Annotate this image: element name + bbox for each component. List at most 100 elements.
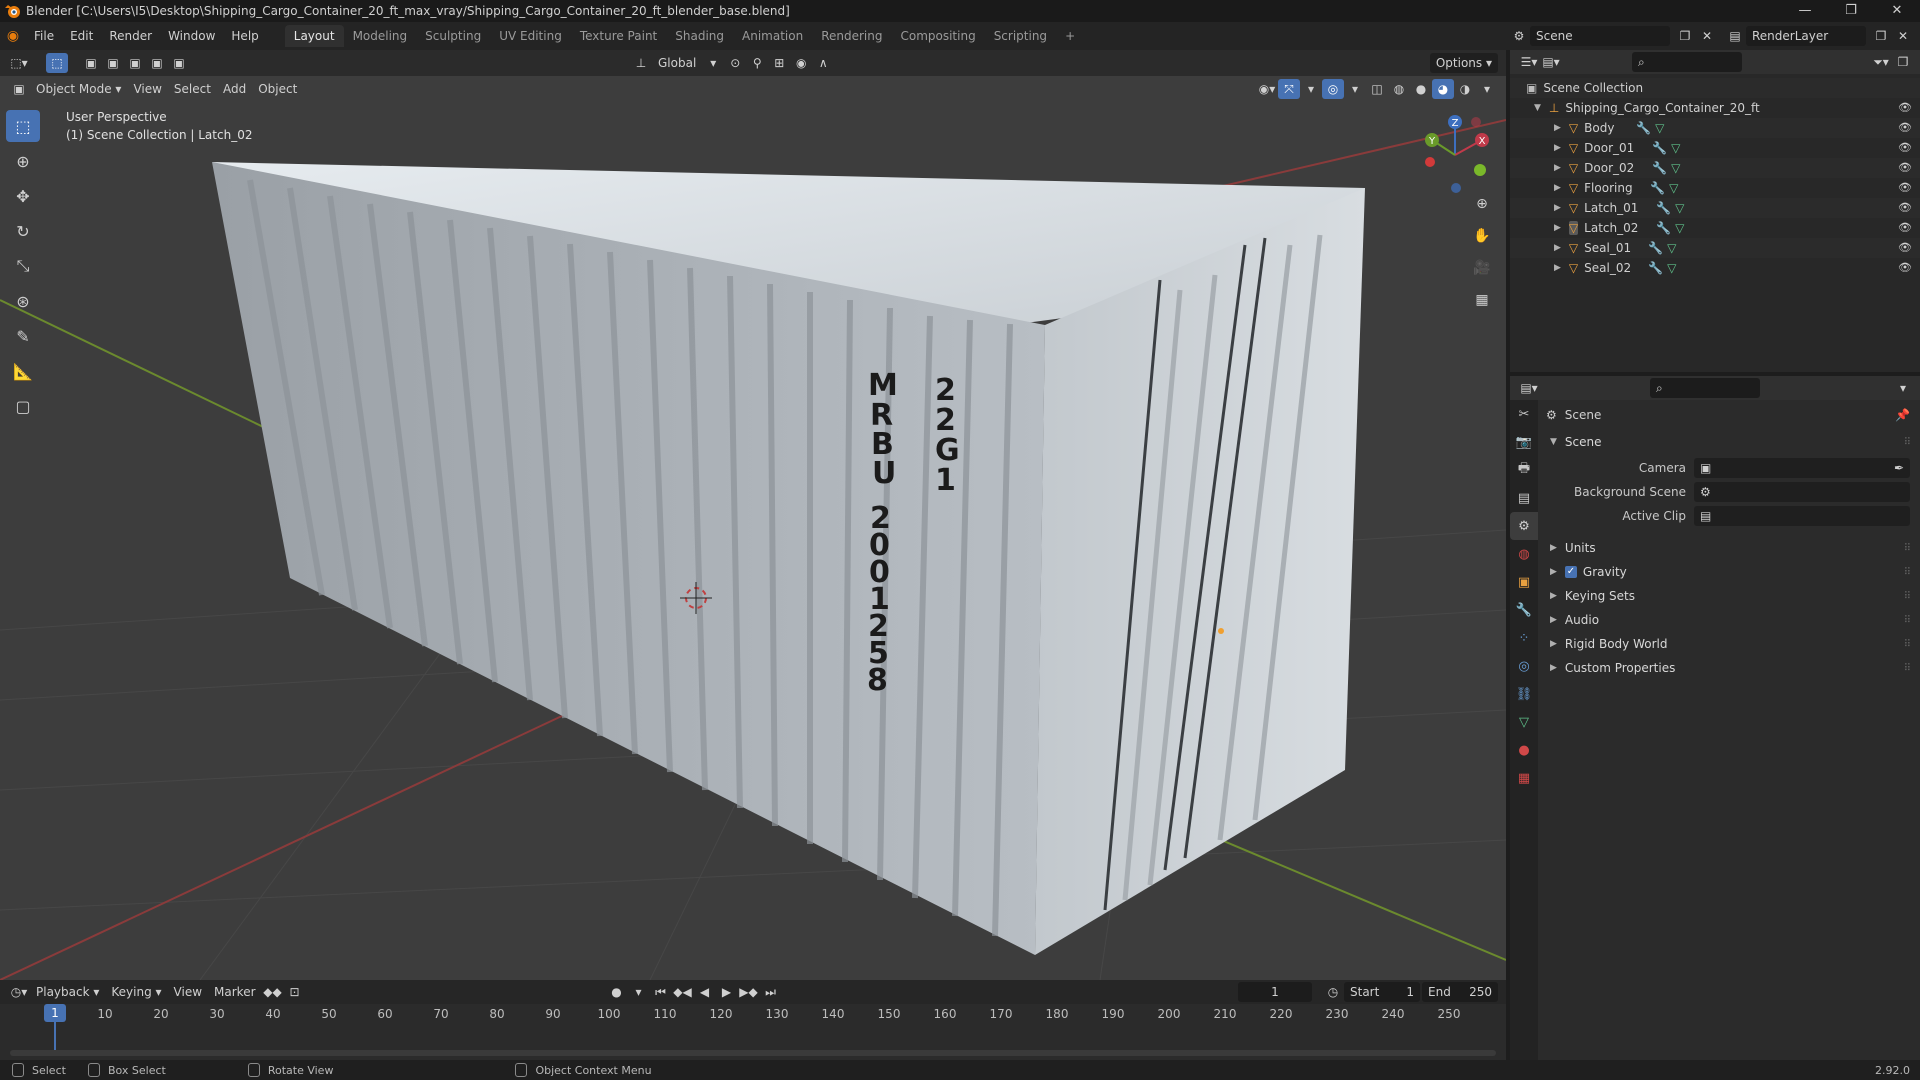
visibility-eye-icon[interactable]: 👁	[1898, 161, 1912, 174]
outliner-object-door-01[interactable]: ▶ ▽ Door_01 🔧 ▽ 👁	[1510, 138, 1920, 158]
zoom-icon[interactable]: ⊕	[1468, 190, 1496, 218]
drag-handle-icon[interactable]: ⠿	[1904, 663, 1912, 674]
transform-orientation-dropdown[interactable]: Global	[652, 53, 702, 73]
object-tab-icon[interactable]: ▣	[1510, 568, 1538, 596]
visibility-eye-icon[interactable]: 👁	[1898, 141, 1912, 154]
visibility-eye-icon[interactable]: 👁	[1898, 121, 1912, 134]
scene-collection-row[interactable]: ▣ Scene Collection	[1510, 78, 1920, 98]
solid-shading-icon[interactable]: ●	[1410, 79, 1432, 99]
editor-type-icon[interactable]: ☰▾	[1518, 52, 1540, 72]
select-subtract-icon[interactable]: ▣	[124, 53, 146, 73]
3d-viewport[interactable]: M R B U 2 0 0 1 2 5 8 2 2 G 1 ⬚▾ ⬚ ▣ ▣ ▣	[0, 50, 1506, 980]
outliner-object-flooring[interactable]: ▶ ▽ Flooring 🔧 ▽ 👁	[1510, 178, 1920, 198]
expand-arrow-icon[interactable]: ▶	[1554, 143, 1561, 153]
properties-search-input[interactable]: ⌕	[1650, 378, 1760, 398]
drag-handle-icon[interactable]: ⠿	[1904, 615, 1912, 626]
overlays-toggle-icon[interactable]: ◎	[1322, 79, 1344, 99]
pan-hand-icon[interactable]: ✋	[1468, 222, 1496, 250]
playback-menu[interactable]: Playback ▾	[30, 982, 105, 1002]
visibility-eye-icon[interactable]: 👁	[1898, 221, 1912, 234]
tab-rendering[interactable]: Rendering	[812, 25, 891, 47]
close-button[interactable]: ✕	[1874, 0, 1920, 22]
editor-type-icon[interactable]: ◷▾	[8, 982, 30, 1002]
timeline-ruler[interactable]: 10 20 30 40 50 60 70 80 90 100 110 120 1…	[0, 1004, 1506, 1024]
output-tab-icon[interactable]: 🖶	[1510, 456, 1538, 484]
outliner-object-latch-02[interactable]: ▶ ▽ Latch_02 🔧 ▽ 👁	[1510, 218, 1920, 238]
menu-render[interactable]: Render	[101, 22, 160, 50]
keying-menu[interactable]: Keying ▾	[105, 982, 167, 1002]
select-invert-icon[interactable]: ▣	[146, 53, 168, 73]
wireframe-shading-icon[interactable]: ◍	[1388, 79, 1410, 99]
visibility-eye-icon[interactable]: 👁	[1898, 101, 1912, 114]
eyedropper-icon[interactable]: ✒	[1894, 461, 1904, 475]
view-layer-browse-icon[interactable]: ▤	[1724, 26, 1746, 46]
scene-field[interactable]: Scene	[1530, 26, 1670, 46]
blender-menu-icon[interactable]: ◉	[0, 28, 26, 44]
tab-sculpting[interactable]: Sculpting	[416, 25, 490, 47]
tab-compositing[interactable]: Compositing	[891, 25, 984, 47]
rendered-shading-icon[interactable]: ◑	[1454, 79, 1476, 99]
outliner-search-input[interactable]: ⌕	[1632, 52, 1742, 72]
transform-tool-icon[interactable]: ⊛	[6, 285, 40, 317]
end-frame-field[interactable]: End 250	[1422, 982, 1498, 1002]
chevron-down-icon[interactable]: ▾	[1892, 378, 1914, 398]
properties-editor[interactable]: ▤▾ ⌕ ▾ ✂ 📷 🖶 ▤ ⚙ ◍ ▣ 🔧 ⁘ ◎ ⛓ ▽ ● ▦ ⚙ Sce…	[1510, 376, 1920, 1060]
expand-arrow-icon[interactable]: ▶	[1554, 183, 1561, 193]
marker-menu[interactable]: Marker	[208, 982, 261, 1002]
cursor-tool-icon[interactable]: ⊕	[6, 145, 40, 177]
viewport-scene[interactable]: M R B U 2 0 0 1 2 5 8 2 2 G 1	[0, 50, 1506, 980]
snap-icon[interactable]: ⚲	[746, 53, 768, 73]
select-mode-icon[interactable]: ⬚	[46, 53, 68, 73]
expand-arrow-icon[interactable]: ▶	[1554, 203, 1561, 213]
expand-arrow-icon[interactable]: ▶	[1554, 123, 1561, 133]
world-tab-icon[interactable]: ◍	[1510, 540, 1538, 568]
gizmo-toggle-icon[interactable]: ⤧	[1278, 79, 1300, 99]
keying-set-icon[interactable]: ⊡	[284, 982, 306, 1002]
current-frame-field[interactable]: 1	[1238, 982, 1312, 1002]
select-new-icon[interactable]: ▣	[80, 53, 102, 73]
outliner-object-latch-01[interactable]: ▶ ▽ Latch_01 🔧 ▽ 👁	[1510, 198, 1920, 218]
new-collection-icon[interactable]: ❐	[1892, 52, 1914, 72]
filter-icon[interactable]: ⏷▾	[1870, 52, 1892, 72]
expand-arrow-icon[interactable]: ▶	[1554, 223, 1561, 233]
maximize-button[interactable]: ❐	[1828, 0, 1874, 22]
scale-tool-icon[interactable]: ⤡	[6, 250, 40, 282]
drag-handle-icon[interactable]: ⠿	[1904, 543, 1912, 554]
background-scene-field[interactable]: ⚙	[1694, 482, 1910, 502]
navigation-gizmo[interactable]: Z X Y	[1410, 110, 1500, 200]
modifier-tab-icon[interactable]: 🔧	[1510, 596, 1538, 624]
view-layer-tab-icon[interactable]: ▤	[1510, 484, 1538, 512]
start-frame-field[interactable]: Start 1	[1344, 982, 1420, 1002]
scene-tab-icon[interactable]: ⚙	[1510, 512, 1538, 540]
visibility-eye-icon[interactable]: 👁	[1898, 201, 1912, 214]
delete-scene-icon[interactable]: ✕	[1696, 26, 1718, 46]
drag-handle-icon[interactable]: ⠿	[1904, 567, 1912, 578]
snap-target-icon[interactable]: ⊞	[768, 53, 790, 73]
prev-keyframe-icon[interactable]: ◆◀	[672, 982, 694, 1002]
record-icon[interactable]: ●	[606, 982, 628, 1002]
menu-add[interactable]: Add	[217, 79, 252, 99]
units-panel-header[interactable]: ▶ Units ⠿	[1540, 536, 1920, 560]
move-tool-icon[interactable]: ✥	[6, 180, 40, 212]
expand-arrow-icon[interactable]: ▶	[1554, 263, 1561, 273]
expand-arrow-icon[interactable]: ▶	[1554, 163, 1561, 173]
menu-view[interactable]: View	[127, 79, 167, 99]
outliner-object-seal-02[interactable]: ▶ ▽ Seal_02 🔧 ▽ 👁	[1510, 258, 1920, 278]
menu-help[interactable]: Help	[223, 22, 266, 50]
play-reverse-icon[interactable]: ◀	[694, 982, 716, 1002]
visibility-filter-icon[interactable]: ◉▾	[1256, 79, 1278, 99]
outliner-object-seal-01[interactable]: ▶ ▽ Seal_01 🔧 ▽ 👁	[1510, 238, 1920, 258]
options-dropdown[interactable]: Options ▾	[1429, 53, 1498, 73]
select-intersect-icon[interactable]: ▣	[168, 53, 190, 73]
playhead[interactable]: 1	[44, 1004, 66, 1022]
select-extend-icon[interactable]: ▣	[102, 53, 124, 73]
custom-properties-panel-header[interactable]: ▶ Custom Properties ⠿	[1540, 656, 1920, 680]
scene-browse-icon[interactable]: ⚙	[1508, 26, 1530, 46]
visibility-eye-icon[interactable]: 👁	[1898, 241, 1912, 254]
timeline[interactable]: ◷▾ Playback ▾ Keying ▾ View Marker ◆◆ ⊡ …	[0, 980, 1506, 1060]
camera-field[interactable]: ▣ ✒	[1694, 458, 1910, 478]
keying-sets-panel-header[interactable]: ▶ Keying Sets ⠿	[1540, 584, 1920, 608]
tab-layout[interactable]: Layout	[284, 25, 344, 47]
display-mode-icon[interactable]: ▤▾	[1540, 52, 1562, 72]
transform-orientation-icon[interactable]: ⊥	[630, 53, 652, 73]
